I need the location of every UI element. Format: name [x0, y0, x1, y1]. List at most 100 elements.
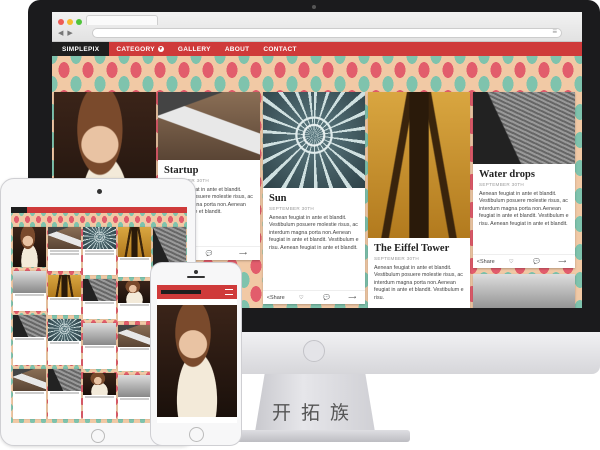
iphone-site-nav	[157, 285, 237, 299]
ipad-tile[interactable]	[48, 275, 81, 315]
ipad-tile[interactable]	[83, 279, 116, 319]
ipad-tile[interactable]	[13, 271, 46, 311]
ipad-tile[interactable]	[118, 227, 151, 277]
close-window-icon[interactable]	[58, 19, 64, 25]
dropdown-caret-icon: ▼	[157, 46, 164, 52]
water-drops-photo	[473, 92, 575, 164]
ipad-tile-line	[85, 396, 114, 398]
card-date: SEPTEMBER 30TH	[479, 182, 525, 187]
ipad-tile-photo	[83, 323, 116, 345]
card-sun[interactable]: Sun SEPTEMBER 30TH Aenean feugiat in ant…	[263, 92, 365, 304]
ipad-home-button[interactable]	[91, 429, 105, 443]
ipad-tile[interactable]	[13, 227, 46, 267]
ipad-tile-line	[50, 342, 79, 344]
iphone-home-button[interactable]	[189, 427, 204, 442]
ipad-tile-line	[50, 253, 79, 255]
hamburger-menu-icon[interactable]	[225, 289, 233, 295]
ipad-tile-photo	[153, 227, 186, 267]
card-title[interactable]: The Eiffel Tower	[374, 243, 464, 254]
maximize-window-icon[interactable]	[76, 19, 82, 25]
ipad-tile[interactable]	[13, 315, 46, 365]
read-more-arrow-icon[interactable]: ⟶	[226, 251, 260, 257]
comment-icon[interactable]: 💬	[314, 295, 340, 301]
card-water-drops[interactable]: Water drops SEPTEMBER 30TH Aenean feugia…	[473, 92, 575, 268]
nav-label: GALLERY	[177, 45, 211, 53]
comment-icon[interactable]: 💬	[524, 259, 550, 265]
iphone-girl-photo[interactable]	[157, 305, 237, 417]
ipad-tile[interactable]	[48, 369, 81, 419]
nav-label: ABOUT	[224, 45, 250, 53]
laptop-photo	[158, 92, 260, 160]
card-title[interactable]: Startup	[164, 165, 254, 176]
photo-tile-building[interactable]	[473, 274, 575, 308]
share-label: Share	[270, 294, 285, 301]
ipad-tile[interactable]	[48, 227, 81, 271]
ipad-tile-photo	[48, 227, 81, 249]
card-actions: <Share ♡ 💬 ⟶	[473, 254, 575, 268]
ipad-tile-line	[50, 392, 79, 394]
browser-tab[interactable]	[86, 15, 158, 25]
address-bar[interactable]: ≡	[92, 27, 562, 38]
share-button[interactable]: <Share	[473, 259, 499, 265]
ipad-tile-photo	[13, 369, 46, 391]
card-actions: <Share ♡ 💬 ⟶	[263, 290, 365, 304]
card-title[interactable]: Sun	[269, 193, 359, 204]
apple-logo-icon	[303, 340, 325, 362]
nav-label: CONTACT	[263, 45, 297, 53]
ipad-tile[interactable]	[83, 323, 116, 369]
device-mockup-stage: 开拓族 ◀ ▶ ≡ SIMPLEPIX CATEGORY ▼ GALLERY A…	[0, 0, 600, 450]
watermark-text: 开拓族	[272, 402, 360, 424]
sun-drawing-photo	[263, 92, 365, 188]
card-date: SEPTEMBER 30TH	[374, 256, 420, 261]
ipad-tile-photo	[118, 281, 151, 303]
read-more-arrow-icon[interactable]: ⟶	[550, 259, 576, 265]
share-button[interactable]: <Share	[263, 295, 289, 301]
ipad-tile-photo	[13, 227, 46, 267]
ipad-tile[interactable]	[13, 369, 46, 419]
ipad-tile[interactable]	[83, 373, 116, 419]
ipad-tile[interactable]	[153, 227, 186, 267]
ipad-tile-photo	[118, 375, 151, 397]
site-logo[interactable]: SIMPLEPIX	[52, 42, 110, 56]
ipad-tile-line	[15, 392, 44, 394]
window-controls[interactable]	[58, 19, 82, 25]
ipad-tile-line	[50, 250, 79, 252]
ipad-tile-photo	[48, 369, 81, 391]
like-heart-icon[interactable]: ♡	[499, 259, 525, 265]
ipad-tile-line	[85, 253, 114, 255]
ipad-tile-line	[120, 348, 149, 350]
ipad-tile[interactable]	[118, 325, 151, 371]
ipad-tile[interactable]	[118, 281, 151, 321]
card-excerpt: Aenean feugiat in ante et blandit. Vesti…	[269, 215, 359, 251]
nav-item-category[interactable]: CATEGORY ▼	[109, 46, 171, 53]
card-eiffel-tower[interactable]: The Eiffel Tower SEPTEMBER 30TH Aenean f…	[368, 92, 470, 308]
nav-label: CATEGORY	[116, 45, 155, 53]
nav-item-contact[interactable]: CONTACT	[256, 46, 303, 53]
card-title[interactable]: Water drops	[479, 169, 569, 180]
iphone-site-logo[interactable]	[161, 290, 201, 294]
ipad-tile-line	[85, 302, 114, 304]
ipad-tile-photo	[13, 315, 46, 337]
ipad-tile-line	[120, 304, 149, 306]
imac-camera	[312, 5, 316, 9]
read-more-arrow-icon[interactable]: ⟶	[340, 295, 366, 301]
comment-icon[interactable]: 💬	[192, 251, 226, 257]
ipad-tile-line	[120, 258, 149, 260]
menu-icon[interactable]: ≡	[552, 27, 557, 36]
minimize-window-icon[interactable]	[67, 19, 73, 25]
forward-arrow-icon[interactable]: ▶	[67, 29, 72, 37]
nav-item-gallery[interactable]: GALLERY	[171, 46, 218, 53]
ipad-camera	[97, 189, 102, 194]
ipad-tile-photo	[83, 373, 116, 395]
card-excerpt: Aenean feugiat in ante et blandit. Vesti…	[479, 191, 569, 227]
like-heart-icon[interactable]: ♡	[289, 295, 315, 301]
ipad-tile[interactable]	[83, 227, 116, 275]
share-label: Share	[480, 258, 495, 265]
nav-item-about[interactable]: ABOUT	[218, 46, 257, 53]
ipad-tile-photo	[118, 325, 151, 347]
back-arrow-icon[interactable]: ◀	[58, 29, 63, 37]
ipad-tile[interactable]	[48, 319, 81, 365]
ipad-tile[interactable]	[118, 375, 151, 419]
ipad-tile-line	[50, 298, 79, 300]
ipad-tile-line	[85, 250, 114, 252]
